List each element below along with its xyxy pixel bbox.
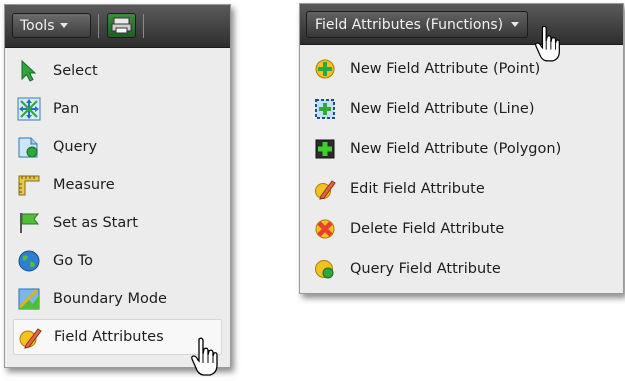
menu-item-query-field-attribute[interactable]: Query Field Attribute [308,250,615,288]
new-polygon-icon [314,138,336,160]
field-attributes-menu-button[interactable]: Field Attributes (Functions) [306,11,529,38]
menu-item-label: Delete Field Attribute [350,221,505,237]
chevron-down-icon [511,22,520,27]
toolbar-separator [98,14,99,38]
tools-button-label: Tools [20,17,55,34]
query-icon [314,258,336,280]
menu-item-label: Pan [53,101,80,117]
tools-menu-button[interactable]: Tools [12,13,91,38]
menu-item-label: New Field Attribute (Point) [350,61,541,77]
menu-item-label: New Field Attribute (Line) [350,101,535,117]
menu-item-boundary-mode[interactable]: Boundary Mode [13,281,222,317]
print-button[interactable] [107,13,136,38]
menu-item-new-line[interactable]: New Field Attribute (Line) [308,90,615,128]
menu-item-label: Boundary Mode [53,291,167,307]
menu-item-edit[interactable]: Edit Field Attribute [308,170,615,208]
tools-menu-panel: Tools Select Pan Query Measure Set as St… [4,4,231,368]
delete-icon [314,218,336,240]
menu-item-delete[interactable]: Delete Field Attribute [308,210,615,248]
globe-icon [17,249,41,273]
menu-item-label: Field Attributes [54,329,164,345]
menu-item-label: Go To [53,253,93,269]
new-point-icon [314,58,336,80]
menu-item-select[interactable]: Select [13,53,222,89]
field-attributes-toolbar: Field Attributes (Functions) [300,4,623,45]
menu-item-measure[interactable]: Measure [13,167,222,203]
menu-item-query[interactable]: Query [13,129,222,165]
toolbar-separator [143,14,144,38]
hand-cursor-icon [191,337,218,376]
menu-item-pan[interactable]: Pan [13,91,222,127]
menu-item-label: Select [53,63,98,79]
print-icon [111,17,132,34]
field-attributes-icon [18,325,42,349]
field-attributes-button-label: Field Attributes (Functions) [315,16,504,33]
query-icon [17,135,41,159]
flag-icon [17,211,41,235]
menu-item-label: Query [53,139,98,155]
chevron-down-icon [59,23,68,28]
menu-item-label: Set as Start [53,215,138,231]
boundary-icon [17,287,41,311]
menu-item-label: Measure [53,177,115,193]
pan-icon [17,97,41,121]
field-attributes-menu-panel: Field Attributes (Functions) New Field A… [299,3,624,294]
menu-item-label: Query Field Attribute [350,261,501,277]
menu-item-set-as-start[interactable]: Set as Start [13,205,222,241]
menu-item-go-to[interactable]: Go To [13,243,222,279]
new-line-icon [314,98,336,120]
select-arrow-icon [17,59,41,83]
measure-icon [17,173,41,197]
hand-cursor-icon [535,25,560,62]
tools-toolbar: Tools [5,5,230,48]
menu-item-new-polygon[interactable]: New Field Attribute (Polygon) [308,130,615,168]
menu-item-label: New Field Attribute (Polygon) [350,141,562,157]
menu-item-label: Edit Field Attribute [350,181,485,197]
menu-item-new-point[interactable]: New Field Attribute (Point) [308,50,615,88]
edit-icon [314,178,336,200]
